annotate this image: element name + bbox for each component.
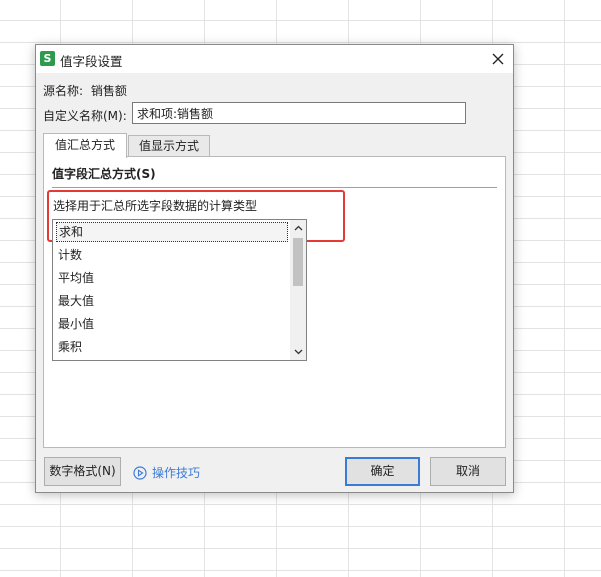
source-name-label: 源名称: bbox=[43, 84, 84, 98]
list-item-product[interactable]: 乘积 bbox=[56, 337, 288, 357]
chevron-up-icon bbox=[294, 225, 302, 231]
chevron-down-icon bbox=[294, 349, 302, 355]
tab-panel: 值字段汇总方式(S) 选择用于汇总所选字段数据的计算类型 求和 计数 平均值 最… bbox=[43, 156, 506, 448]
tips-link[interactable]: 操作技巧 bbox=[133, 464, 200, 481]
custom-name-input[interactable] bbox=[132, 102, 466, 124]
scroll-up-button[interactable] bbox=[290, 220, 306, 236]
source-name-row: 源名称: 销售额 bbox=[43, 82, 131, 99]
ok-button[interactable]: 确定 bbox=[345, 457, 420, 486]
list-item-min[interactable]: 最小值 bbox=[56, 314, 288, 334]
calculation-type-listbox[interactable]: 求和 计数 平均值 最大值 最小值 乘积 bbox=[52, 219, 307, 361]
dialog-titlebar: S 值字段设置 bbox=[36, 45, 513, 73]
play-circle-icon bbox=[133, 465, 147, 480]
listbox-scrollbar[interactable] bbox=[290, 220, 306, 360]
list-item-sum[interactable]: 求和 bbox=[56, 222, 288, 242]
number-format-button[interactable]: 数字格式(N) bbox=[44, 457, 121, 486]
source-name-value: 销售额 bbox=[90, 84, 127, 98]
close-button[interactable] bbox=[483, 45, 513, 73]
list-item-count[interactable]: 计数 bbox=[56, 245, 288, 265]
list-item-average[interactable]: 平均值 bbox=[56, 268, 288, 288]
cancel-button[interactable]: 取消 bbox=[430, 457, 506, 486]
custom-name-label: 自定义名称(M): bbox=[43, 109, 127, 123]
scroll-thumb[interactable] bbox=[293, 238, 303, 286]
dialog-title: 值字段设置 bbox=[60, 54, 123, 69]
tab-summarize-by[interactable]: 值汇总方式 bbox=[43, 133, 127, 158]
value-field-settings-dialog: S 值字段设置 源名称: 销售额 自定义名称(M): 值汇总方式 值显示方式 值… bbox=[35, 44, 514, 493]
tips-label: 操作技巧 bbox=[152, 466, 201, 480]
list-item-max[interactable]: 最大值 bbox=[56, 291, 288, 311]
tab-show-values-as[interactable]: 值显示方式 bbox=[128, 135, 210, 156]
app-s-icon: S bbox=[40, 51, 55, 66]
scroll-down-button[interactable] bbox=[290, 344, 306, 360]
close-icon bbox=[492, 53, 504, 65]
section-divider bbox=[52, 187, 497, 188]
section-title: 值字段汇总方式(S) bbox=[52, 167, 156, 181]
